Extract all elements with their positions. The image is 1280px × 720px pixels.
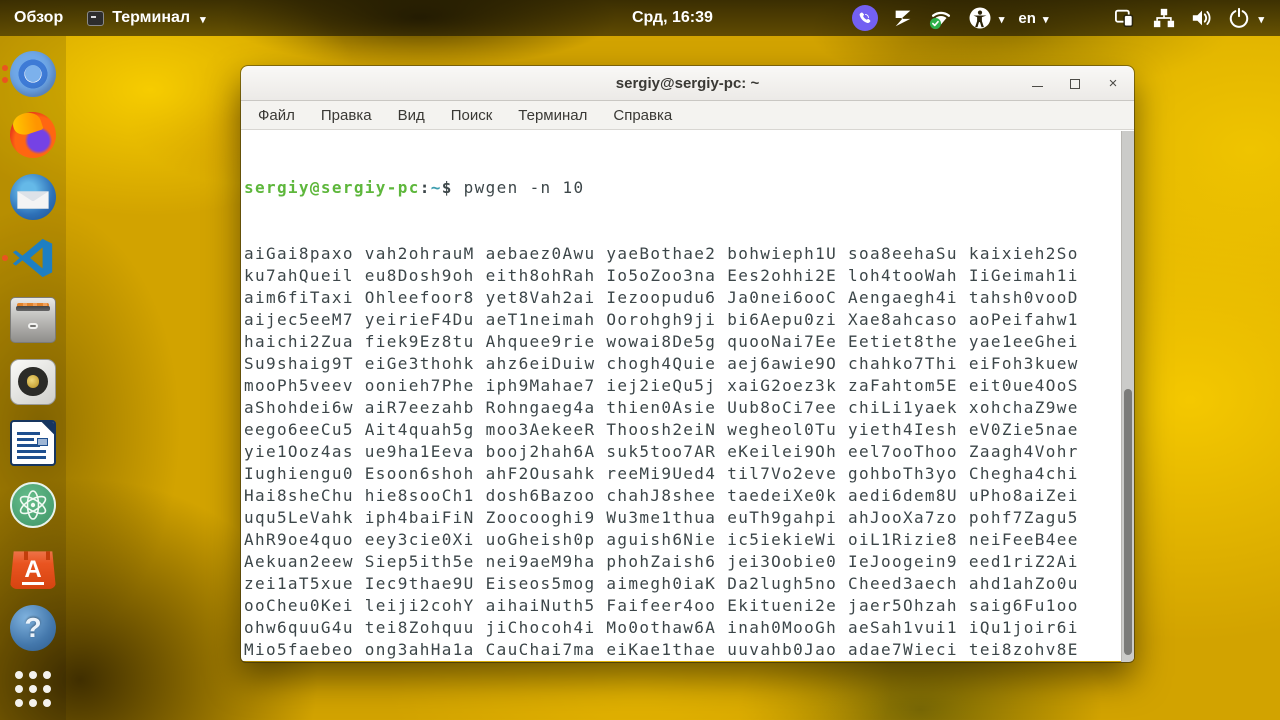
terminal-window: sergiy@sergiy-pc: ~ × Файл Правка Вид По…: [241, 66, 1134, 662]
scrollbar-thumb[interactable]: [1124, 389, 1132, 655]
ubuntu-software-icon: A: [10, 551, 56, 590]
accessibility-icon: [969, 7, 991, 29]
atom-icon: [10, 481, 56, 528]
language-menu[interactable]: en ▾: [1018, 10, 1048, 27]
password-row: ooCheu0Kei leiji2cohY aihaiNuth5 Faifeer…: [244, 596, 1079, 615]
password-row: zei1aT5xue Iec9thae9U Eiseos5mog aimegh0…: [244, 574, 1079, 593]
writer-document-icon: [10, 420, 56, 467]
power-icon: [1230, 7, 1249, 28]
volume-icon[interactable]: [1190, 7, 1214, 29]
thunderbird-icon: [10, 173, 56, 220]
password-row: aijec5eeM7 yeirieF4Du aeT1neimah Oorohgh…: [244, 310, 1079, 329]
menu-view[interactable]: Вид: [385, 103, 438, 128]
password-row: ohw6quuG4u tei8Zohquu jiChocoh4i Mo0otha…: [244, 618, 1079, 637]
password-row: aim6fiTaxi Ohleefoor8 yet8Vah2ai Iezoopu…: [244, 288, 1079, 307]
menu-file[interactable]: Файл: [245, 103, 308, 128]
password-row: Mio5faebeo ong3ahHa1a CauChai7ma eiKae1t…: [244, 640, 1079, 659]
minimize-button[interactable]: [1026, 73, 1048, 95]
phone-icon: [860, 11, 871, 23]
dock-item-atom[interactable]: [0, 474, 66, 536]
activities-button[interactable]: Обзор: [14, 9, 63, 27]
password-grid: aiGai8paxo vah2ohrauM aebaez0Awu yaeBoth…: [244, 243, 1134, 662]
chevron-down-icon: ▾: [200, 13, 206, 26]
close-button[interactable]: ×: [1102, 73, 1124, 95]
firefox-icon: [10, 112, 56, 159]
maximize-button[interactable]: [1064, 73, 1086, 95]
password-row: eePhoh7aev eez1thieSh Toobo9ohc2 Diehama…: [244, 661, 1134, 662]
password-row: AhR9oe4quo eey3cie0Xi uoGheish0p aguish6…: [244, 530, 1079, 549]
dock-item-audio-player[interactable]: [0, 351, 66, 413]
command-text: pwgen -n 10: [452, 178, 585, 197]
terminal-content[interactable]: sergiy@sergiy-pc:~$ pwgen -n 10 aiGai8pa…: [241, 130, 1134, 661]
menu-edit[interactable]: Правка: [308, 103, 385, 128]
language-indicator: en: [1018, 9, 1036, 27]
speaker-icon: [10, 358, 56, 405]
password-row: Hai8sheChu hie8sooCh1 dosh6Bazoo chahJ8s…: [244, 486, 1079, 505]
password-row: haichi2Zua fiek9Ez8tu Ahquee9rie wowai8D…: [244, 332, 1079, 351]
dock-item-show-applications[interactable]: [0, 658, 66, 720]
wifi-status-ok-icon[interactable]: [928, 6, 954, 30]
top-bar: Обзор Терминал ▾ Срд, 16:39 ▾ en ▾ ▾: [0, 0, 1280, 36]
dock-item-firefox[interactable]: [0, 105, 66, 167]
command-line: sergiy@sergiy-pc:~$ pwgen -n 10: [244, 178, 585, 197]
chevron-down-icon: ▾: [1258, 13, 1264, 26]
vscode-icon: [10, 235, 56, 281]
password-row: uqu5LeVahk iph4baiFiN Zoocooghi9 Wu3me1t…: [244, 508, 1079, 527]
password-row: aShohdei6w aiR7eezahb Rohngaeg4a thien0A…: [244, 398, 1079, 417]
running-indicator: [2, 255, 8, 262]
viber-icon[interactable]: [851, 5, 878, 31]
password-row: aiGai8paxo vah2ohrauM aebaez0Awu yaeBoth…: [244, 244, 1079, 263]
menu-search[interactable]: Поиск: [438, 103, 506, 128]
running-indicator: [2, 64, 8, 83]
titlebar[interactable]: sergiy@sergiy-pc: ~ ×: [241, 66, 1134, 101]
screen-share-icon[interactable]: [1114, 7, 1138, 29]
dock-item-help[interactable]: ?: [0, 597, 66, 659]
password-row: eego6eeCu5 Ait4quah5g moo3AekeeR Thoosh2…: [244, 420, 1079, 439]
clock[interactable]: Срд, 16:39: [632, 0, 713, 36]
scrollbar[interactable]: [1121, 131, 1134, 662]
terminal-icon: [87, 10, 105, 26]
dock-item-vscode[interactable]: [0, 228, 66, 290]
password-row: ku7ahQueil eu8Dosh9oh eith8ohRah Io5oZoo…: [244, 266, 1079, 285]
menu-help[interactable]: Справка: [600, 103, 685, 128]
dock: A ?: [0, 36, 66, 720]
chevron-down-icon: ▾: [1042, 13, 1049, 26]
accessibility-menu[interactable]: ▾: [968, 6, 1005, 30]
dock-item-thunderbird[interactable]: [0, 166, 66, 228]
file-cabinet-icon: [10, 296, 56, 343]
password-row: Iughiengu0 Esoon6shoh ahF2Ousahk reeMi9U…: [244, 464, 1079, 483]
zigzag-icon[interactable]: [892, 7, 914, 29]
show-applications-icon: [15, 671, 51, 708]
dock-item-libreoffice-writer[interactable]: [0, 412, 66, 474]
menubar: Файл Правка Вид Поиск Терминал Справка: [241, 101, 1134, 130]
help-icon: ?: [10, 604, 56, 651]
menu-terminal[interactable]: Терминал: [505, 103, 600, 128]
dock-item-file-cabinet[interactable]: [0, 289, 66, 351]
password-row: Aekuan2eew Siep5ith5e nei9aeM9ha phohZai…: [244, 552, 1079, 571]
app-menu-label: Терминал: [112, 9, 191, 26]
window-title: sergiy@sergiy-pc: ~: [615, 74, 760, 92]
password-row: mooPh5veev oonieh7Phe iph9Mahae7 iej2ieQ…: [244, 376, 1079, 395]
password-row: yie1Ooz4as ue9ha1Eeva booj2hah6A suk5too…: [244, 442, 1079, 461]
app-menu-terminal[interactable]: Терминал ▾: [87, 9, 206, 27]
password-row: Su9shaig9T eiGe3thohk ahz6eiDuiw chogh4Q…: [244, 354, 1079, 373]
dock-item-ubuntu-software[interactable]: A: [0, 535, 66, 597]
chevron-down-icon: ▾: [998, 13, 1005, 26]
chromium-icon: [10, 50, 56, 97]
system-menu[interactable]: ▾: [1228, 7, 1264, 29]
dock-item-chromium[interactable]: [0, 43, 66, 105]
network-wired-icon[interactable]: [1152, 7, 1176, 29]
